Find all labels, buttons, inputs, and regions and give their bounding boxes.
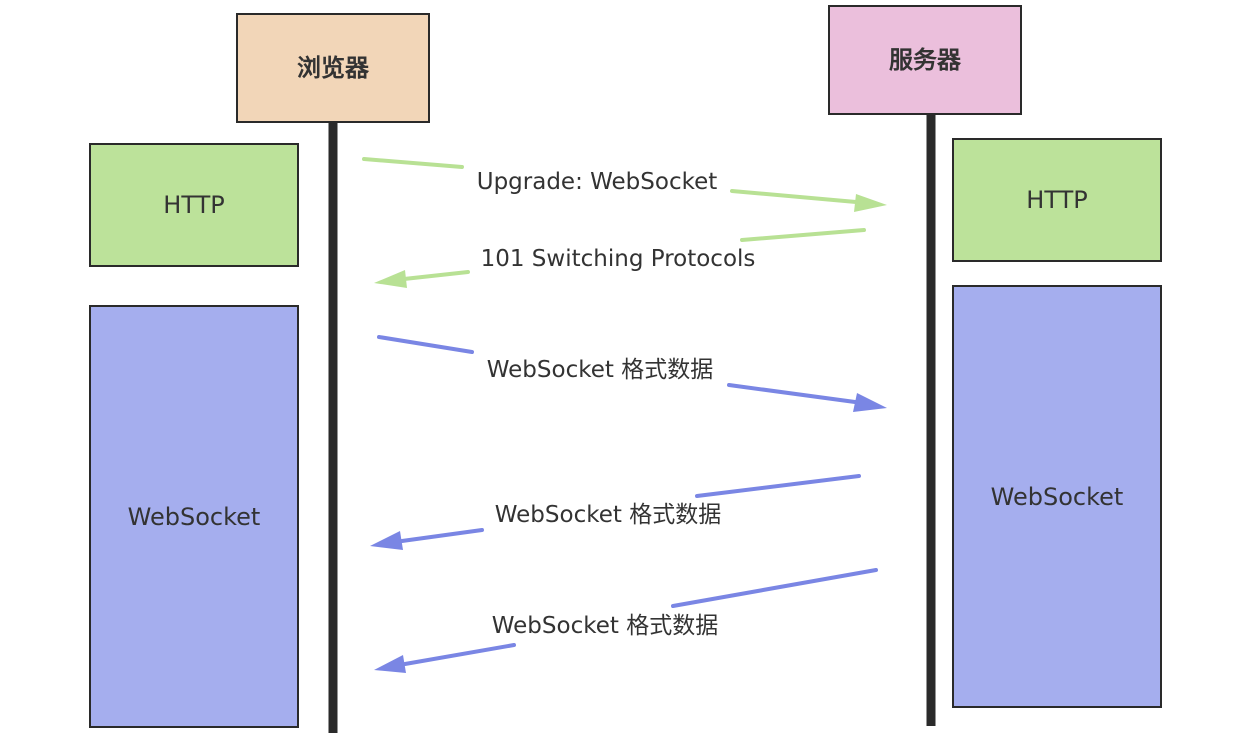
- message-data-3-label: WebSocket 格式数据: [492, 613, 718, 639]
- message-data-1-line-start: [377, 335, 474, 354]
- browser-http-box: HTTP: [89, 143, 299, 267]
- message-switching-line-end: [402, 270, 470, 281]
- diagram-stage: 浏览器 服务器 HTTP WebSocket HTTP WebSocket Up…: [0, 0, 1260, 735]
- server-http-label: HTTP: [1026, 186, 1087, 214]
- message-data-3-line-end: [403, 643, 516, 666]
- message-data-2-line-start: [695, 474, 861, 498]
- message-data-1-label: WebSocket 格式数据: [487, 357, 713, 383]
- message-upgrade-label: Upgrade: WebSocket: [477, 169, 718, 195]
- server-websocket-box: WebSocket: [952, 285, 1162, 708]
- message-data-3: WebSocket 格式数据: [374, 568, 878, 673]
- message-switching-arrowhead: [374, 270, 407, 288]
- browser-http-label: HTTP: [163, 191, 224, 219]
- server-actor: 服务器: [828, 5, 1022, 115]
- message-data-1: WebSocket 格式数据: [377, 335, 887, 412]
- message-data-2-arrowhead: [370, 531, 403, 550]
- browser-websocket-label: WebSocket: [128, 503, 261, 531]
- message-upgrade-arrowhead: [854, 194, 887, 212]
- browser-websocket-box: WebSocket: [89, 305, 299, 728]
- server-websocket-label: WebSocket: [991, 483, 1124, 511]
- message-data-1-arrowhead: [853, 393, 887, 412]
- server-actor-label: 服务器: [889, 46, 962, 74]
- message-data-3-arrowhead: [374, 655, 406, 673]
- server-http-box: HTTP: [952, 138, 1162, 262]
- message-switching-label: 101 Switching Protocols: [481, 246, 756, 272]
- message-switching: 101 Switching Protocols: [374, 228, 866, 288]
- message-data-2-label: WebSocket 格式数据: [495, 502, 721, 528]
- message-data-3-line-start: [671, 568, 878, 608]
- browser-actor-label: 浏览器: [297, 54, 370, 82]
- message-upgrade: Upgrade: WebSocket: [362, 157, 887, 212]
- message-data-2: WebSocket 格式数据: [370, 474, 861, 550]
- sequence-diagram: 浏览器 服务器 HTTP WebSocket HTTP WebSocket Up…: [89, 5, 1162, 733]
- message-data-1-line-end: [727, 383, 857, 404]
- message-switching-line-start: [740, 228, 866, 242]
- message-upgrade-line-end: [730, 189, 858, 204]
- message-upgrade-line-start: [362, 157, 464, 169]
- browser-actor: 浏览器: [236, 13, 430, 123]
- message-data-2-line-end: [400, 528, 484, 543]
